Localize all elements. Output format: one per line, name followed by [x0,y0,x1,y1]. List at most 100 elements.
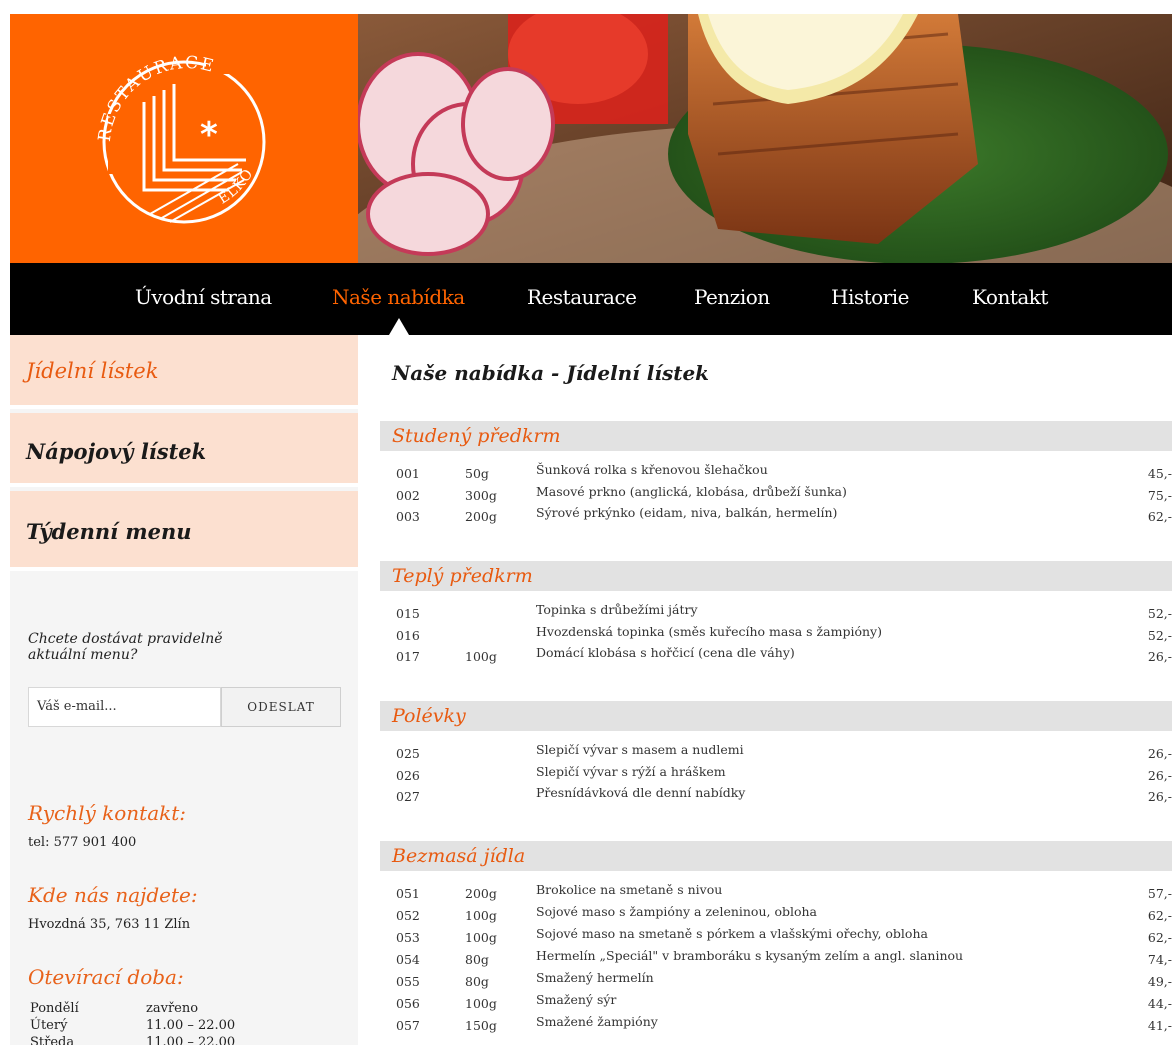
menu-item-row: 055 80g Smažený hermelín 49,- [380,970,1172,992]
item-weight: 200g [465,509,497,524]
item-code: 017 [396,649,420,664]
item-name: Šunková rolka s křenovou šlehačkou [536,462,768,477]
item-code: 056 [396,996,420,1011]
item-price: 44,- [1147,996,1172,1011]
item-code: 051 [396,886,420,901]
nav-item-home[interactable]: Úvodní strana [135,285,272,309]
menu-item-row: 057 150g Smažené žampióny 41,- [380,1014,1172,1036]
food-photo-icon [358,14,1172,263]
header: RESTAURACE ELKO * [10,14,1172,263]
item-name: Sýrové prkýnko (eidam, niva, balkán, her… [536,505,838,520]
item-name: Smažené žampióny [536,1014,658,1029]
main-content: Naše nabídka - Jídelní lístek Studený př… [358,335,1172,1045]
item-weight: 150g [465,1018,497,1033]
nav-item-contact[interactable]: Kontakt [972,285,1048,309]
hours-time: zavřeno [146,1001,199,1016]
item-name: Masové prkno (anglická, klobása, drůbeží… [536,483,847,499]
item-code: 053 [396,930,420,945]
item-price: 62,- [1147,908,1172,923]
item-price: 75,- [1147,487,1172,503]
menu-item-row: 052 100g Sojové maso s žampióny a zeleni… [380,904,1172,926]
item-code: 003 [396,509,420,524]
item-code: 054 [396,952,420,967]
item-code: 026 [396,767,420,783]
item-name: Smažený hermelín [536,970,654,985]
hours-day: Úterý [30,1018,68,1033]
main-nav: Úvodní strana Naše nabídka Restaurace Pe… [10,263,1172,335]
item-name: Hermelín „Speciál" v bramboráku s kysaný… [536,948,964,963]
item-price: 26,- [1147,789,1172,804]
section-heading: Polévky [380,701,1172,731]
item-weight: 100g [465,649,497,664]
item-weight: 100g [465,996,497,1011]
item-weight: 100g [465,908,497,923]
sidebar-tab-label: Jídelní lístek [26,359,159,383]
menu-item-row: 051 200g Brokolice na smetaně s nivou 57… [380,882,1172,904]
menu-item-row: 016 Hvozdenská topinka (směs kuřecího ma… [380,624,1172,646]
nav-item-restaurant[interactable]: Restaurace [527,285,637,309]
item-code: 025 [396,746,420,761]
sidebar-tab-label: Týdenní menu [26,519,192,544]
item-name: Slepičí vývar s rýží a hráškem [536,763,726,779]
item-code: 055 [396,974,420,989]
section-heading: Bezmasá jídla [380,841,1172,871]
menu-item-row: 027 Přesnídávková dle denní nabídky 26,- [380,785,1172,807]
item-weight: 100g [465,930,497,945]
email-input[interactable]: Váš e-mail... [28,687,221,727]
item-weight: 80g [465,952,489,967]
hours-time: 11.00 – 22.00 [146,1035,236,1045]
item-price: 26,- [1147,746,1172,761]
menu-item-row: 056 100g Smažený sýr 44,- [380,992,1172,1014]
active-nav-caret-icon [389,318,409,335]
item-weight: 200g [465,886,497,901]
menu-section-cold-starters: Studený předkrm 001 50g Šunková rolka s … [380,421,1172,527]
item-code: 015 [396,606,420,621]
menu-section-soups: Polévky 025 Slepičí vývar s masem a nudl… [380,701,1172,807]
item-name: Sojové maso s žampióny a zeleninou, oblo… [536,904,818,919]
phone-number: tel: 577 901 400 [28,835,137,850]
logo[interactable]: RESTAURACE ELKO * [10,14,358,263]
menu-item-row: 026 Slepičí vývar s rýží a hráškem 26,- [380,764,1172,786]
address-text: Hvozdná 35, 763 11 Zlín [28,917,191,932]
page-title: Naše nabídka - Jídelní lístek [392,361,710,385]
item-price: 62,- [1147,509,1172,524]
section-heading: Studený předkrm [380,421,1172,451]
restaurant-logo-icon: RESTAURACE ELKO * [95,50,266,224]
menu-item-row: 002 300g Masové prkno (anglická, klobása… [380,484,1172,506]
sidebar-tab-drinks-menu[interactable]: Nápojový lístek [10,413,358,487]
menu-item-row: 017 100g Domácí klobása s hořčicí (cena … [380,645,1172,667]
item-price: 49,- [1147,974,1172,989]
header-food-photo [358,14,1172,263]
menu-section-warm-starters: Teplý předkrm 015 Topinka s drůbežími já… [380,561,1172,667]
menu-section-meatless: Bezmasá jídla 051 200g Brokolice na smet… [380,841,1172,1036]
svg-text:RESTAURACE: RESTAURACE [95,53,218,143]
nav-item-offer[interactable]: Naše nabídka [332,285,465,309]
item-code: 027 [396,789,420,804]
item-name: Domácí klobása s hořčicí (cena dle váhy) [536,645,795,660]
item-name: Slepičí vývar s masem a nudlemi [536,742,744,757]
item-price: 26,- [1147,649,1172,664]
item-price: 41,- [1147,1018,1172,1033]
send-button[interactable]: ODESLAT [221,687,341,727]
menu-item-row: 053 100g Sojové maso na smetaně s pórkem… [380,926,1172,948]
item-price: 52,- [1147,627,1172,643]
item-name: Sojové maso na smetaně s pórkem a vlašsk… [536,926,928,941]
item-weight: 50g [465,466,489,481]
menu-item-row: 001 50g Šunková rolka s křenovou šlehačk… [380,462,1172,484]
quick-contact-heading: Rychlý kontakt: [28,801,187,825]
sidebar-tab-food-menu[interactable]: Jídelní lístek [10,335,358,409]
newsletter-question: Chcete dostávat pravidelně aktuální menu… [28,631,223,663]
hours-day: Středa [30,1035,75,1045]
sidebar-tab-weekly-menu[interactable]: Týdenní menu [10,491,358,571]
svg-text:*: * [200,115,218,155]
item-name: Smažený sýr [536,992,617,1007]
item-code: 001 [396,466,420,481]
nav-item-pension[interactable]: Penzion [694,285,770,309]
hours-time: 11.00 – 22.00 [146,1018,236,1033]
item-weight: 300g [465,487,497,503]
opening-hours-heading: Otevírací doba: [28,965,184,989]
logo-arc-text: RESTAURACE [95,53,216,143]
nav-item-history[interactable]: Historie [831,285,909,309]
item-price: 45,- [1147,466,1172,481]
menu-item-row: 003 200g Sýrové prkýnko (eidam, niva, ba… [380,505,1172,527]
